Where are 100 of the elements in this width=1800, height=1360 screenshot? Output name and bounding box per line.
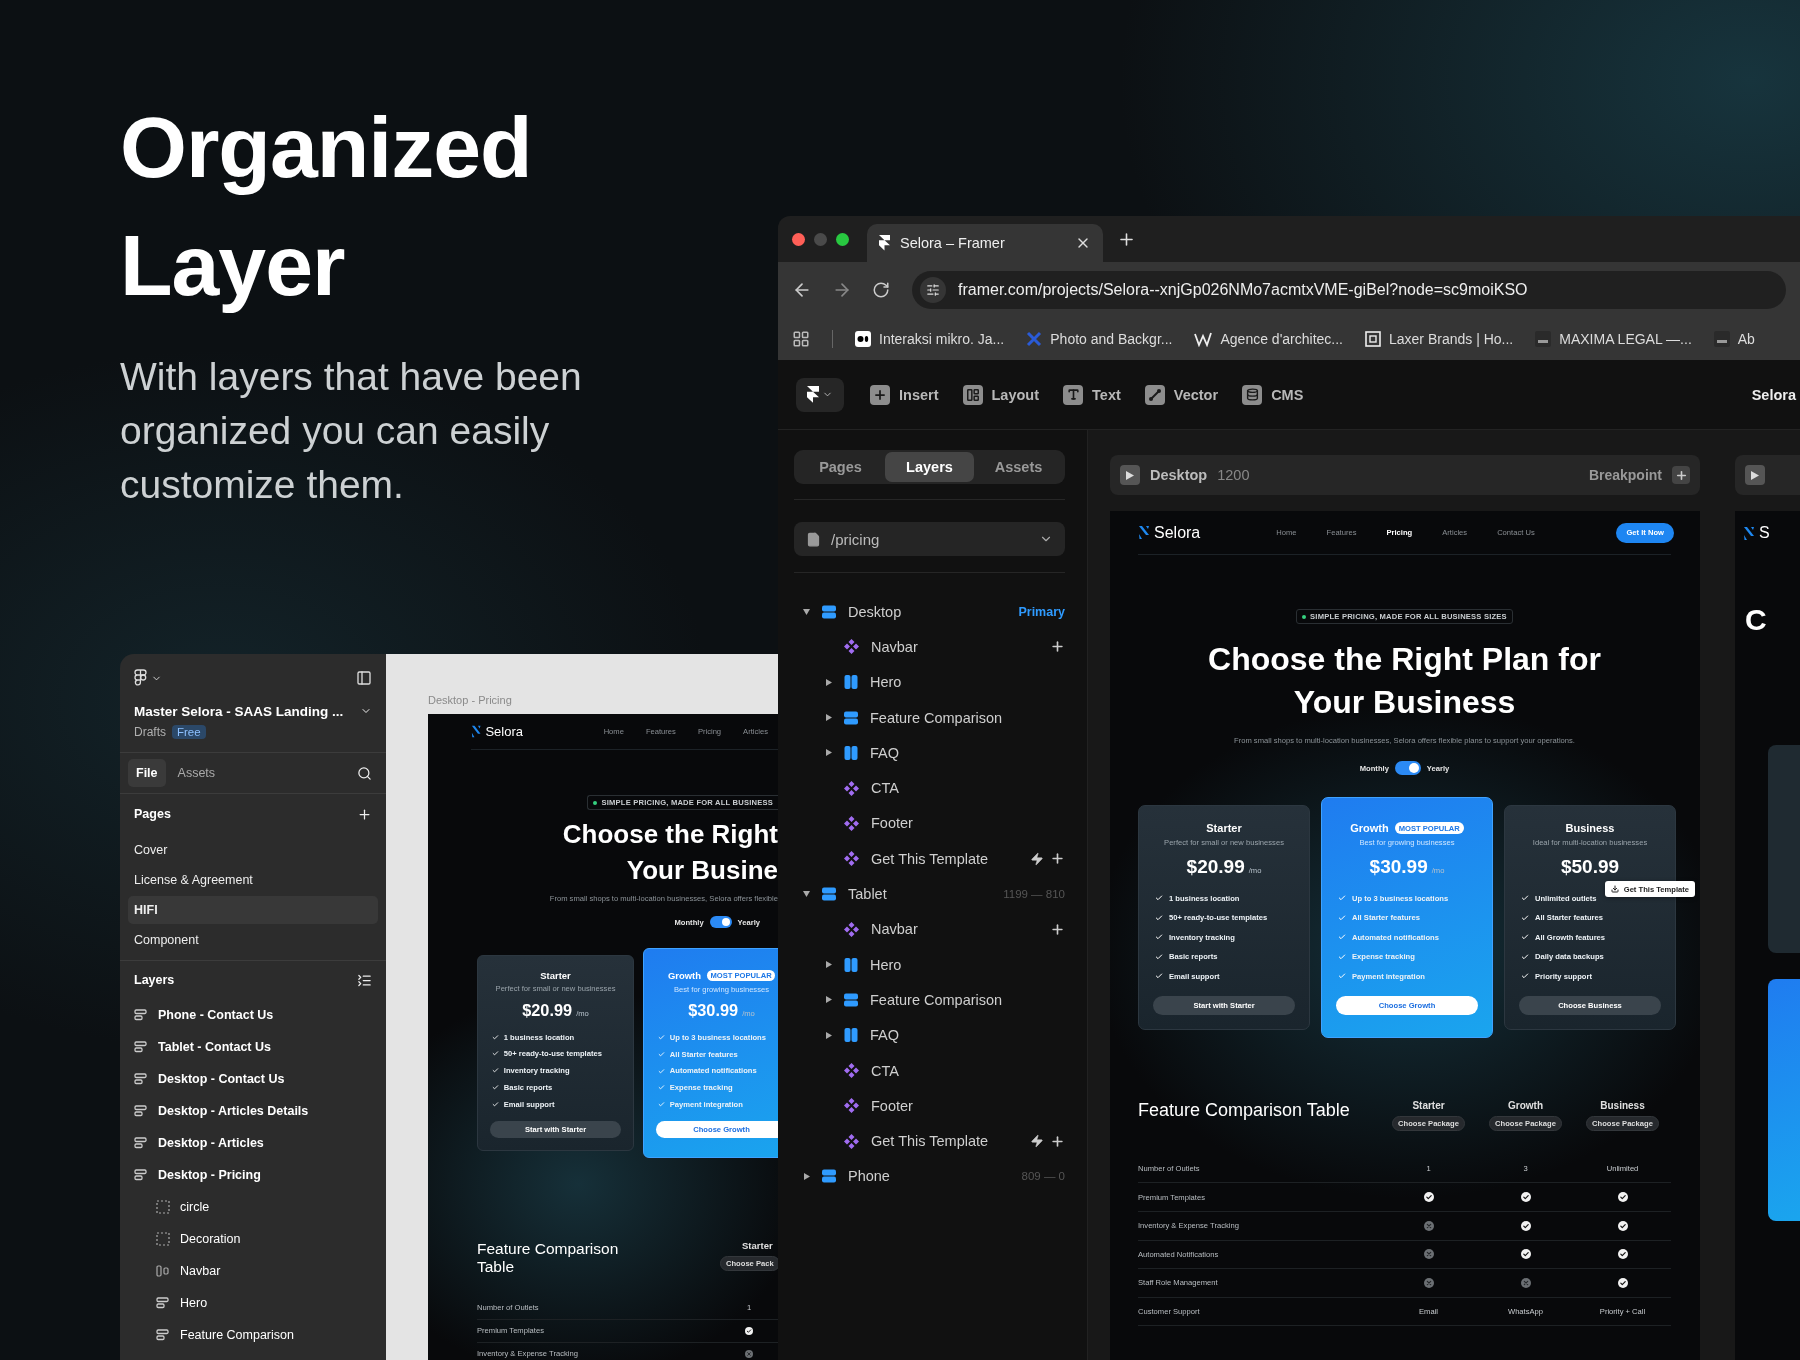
layer-name[interactable]: Hero [870,674,902,691]
layer-name[interactable]: Footer [871,815,913,832]
layer-name[interactable]: FAQ [870,1027,899,1044]
check-icon [1521,894,1529,903]
check-icon [1338,952,1346,961]
size-range: 809 — 0 [1021,1170,1065,1183]
layer-name[interactable]: CTA [871,1062,899,1079]
layer-name[interactable]: CTA [871,780,899,797]
layer-name[interactable]: Feature Comparison [870,709,1003,726]
layer-name[interactable]: Get This Template [871,850,989,867]
check-icon [1521,913,1529,922]
address-bar[interactable]: framer.com/projects/Selora--xnjGp026NMo7acmtxVME-giBel?node=sc9moiKSO [912,271,1786,309]
caret-toggle[interactable] [824,994,834,1005]
check-icon [1155,952,1163,961]
diamonds-icon [844,921,859,937]
bookmark-link[interactable]: Photo and Backgr... [1026,331,1173,347]
stack-lines-icon [134,1105,148,1117]
page-select[interactable]: /pricing [794,522,1065,556]
stack-lines-icon [156,1329,170,1341]
plan-name: Starter [1206,822,1242,835]
layer-name[interactable]: Phone - Contact Us [158,1008,274,1022]
caret-toggle[interactable] [824,959,834,970]
billing-toggle[interactable] [1394,761,1421,776]
framer-menu-button[interactable] [796,377,844,412]
close-window-button[interactable] [792,232,805,246]
layer-name[interactable]: Desktop [848,603,902,620]
diamonds-icon [844,639,859,655]
toolbar-button[interactable]: Layout [950,384,1052,405]
layer-name[interactable]: Hero [870,956,902,973]
layer-name[interactable]: Hero [180,1296,208,1310]
plan-name: Business [1565,822,1615,835]
panel-tab[interactable]: Layers [885,452,974,482]
dashed-frame-icon [156,1200,170,1214]
column-heading: Starter [741,1239,773,1251]
check-icon [657,1101,665,1108]
maximize-window-button[interactable] [836,232,849,246]
sidebar-tab[interactable]: Assets [169,759,224,787]
caret-toggle[interactable] [824,747,834,758]
play-icon [1126,470,1134,480]
layer-name[interactable]: Feature Comparison [180,1328,294,1342]
page-item[interactable]: License & Agreement [128,866,378,894]
page-item[interactable]: Cover [128,836,378,864]
layer-name[interactable]: Get This Template [871,1133,989,1150]
toolbar-button[interactable]: CMS [1230,384,1316,405]
plan-badge: Free [172,725,206,739]
bookmark-link[interactable]: Agence d'architec... [1194,331,1343,347]
layer-name[interactable]: FAQ [870,744,899,761]
layer-name[interactable]: Desktop - Articles Details [158,1104,309,1118]
browser-tab[interactable]: Selora – Framer [867,224,1103,262]
layer-name[interactable]: Desktop - Pricing [158,1168,261,1182]
caret-toggle[interactable] [802,606,812,617]
diamonds-icon [844,1063,859,1078]
bookmark-link[interactable]: Ab [1713,331,1755,347]
plan-price: $50.99 [1560,856,1620,879]
layer-name[interactable]: Feature Comparison [870,991,1003,1008]
breakpoint-label: Breakpoint [1588,467,1662,483]
layer-name[interactable]: Navbar [180,1264,221,1278]
sidebar-tab[interactable]: File [128,759,166,787]
page-heading: Choose the Right Your Busine [562,818,778,887]
layer-name[interactable]: Navbar [871,638,918,655]
layer-name[interactable]: Desktop - Articles [158,1136,264,1150]
layer-name[interactable]: Phone [848,1168,890,1185]
caret-toggle[interactable] [802,889,812,899]
billing-toggle[interactable] [709,916,732,929]
caret-toggle[interactable] [824,1030,834,1041]
plan-price: $20.99 [1186,856,1245,879]
slashes-logo-icon [1138,525,1150,540]
file-name[interactable]: Master Selora - SAAS Landing ... [134,703,344,719]
page-item[interactable]: Component [128,926,378,954]
layer-name[interactable]: Desktop - Contact Us [158,1072,285,1086]
panel-tab[interactable]: Pages [796,452,885,482]
caret-toggle[interactable] [824,712,834,723]
add-breakpoint-button[interactable] [1672,466,1690,484]
bookmark-link[interactable]: Interaksi mikro. Ja... [855,331,1005,347]
layer-name[interactable]: Decoration [180,1232,241,1246]
layer-name[interactable]: Navbar [871,921,918,938]
layer-name[interactable]: Footer [871,1097,913,1114]
layer-name[interactable]: Tablet [848,886,887,902]
layout-icon [962,384,983,405]
rows-icon [822,887,836,901]
check-icon [1521,952,1529,961]
preview-button[interactable] [1120,465,1140,485]
page-heading: Choose the Right Plan for Your Business [1207,640,1602,722]
toolbar-button[interactable]: Insert [858,384,951,405]
toolbar-button[interactable]: Text [1051,384,1133,405]
layer-name[interactable]: circle [180,1200,210,1214]
frame-width: 1200 [1217,467,1250,483]
page-item[interactable]: HIFI [128,896,378,924]
toolbar-button[interactable]: Vector [1132,384,1231,405]
check-icon [657,1034,665,1041]
brand-name: S [1759,524,1770,542]
bookmark-link[interactable]: Laxer Brands | Ho... [1365,331,1514,347]
preview-button[interactable] [1745,465,1765,485]
caret-toggle[interactable] [802,1171,812,1182]
panel-tab[interactable]: Assets [974,452,1063,482]
bookmark-link[interactable]: MAXIMA LEGAL —... [1535,331,1692,347]
layer-name[interactable]: Tablet - Contact Us [158,1040,271,1054]
caret-toggle[interactable] [824,677,834,688]
brand-name: Selora [485,724,523,739]
panel-icon [356,670,372,686]
